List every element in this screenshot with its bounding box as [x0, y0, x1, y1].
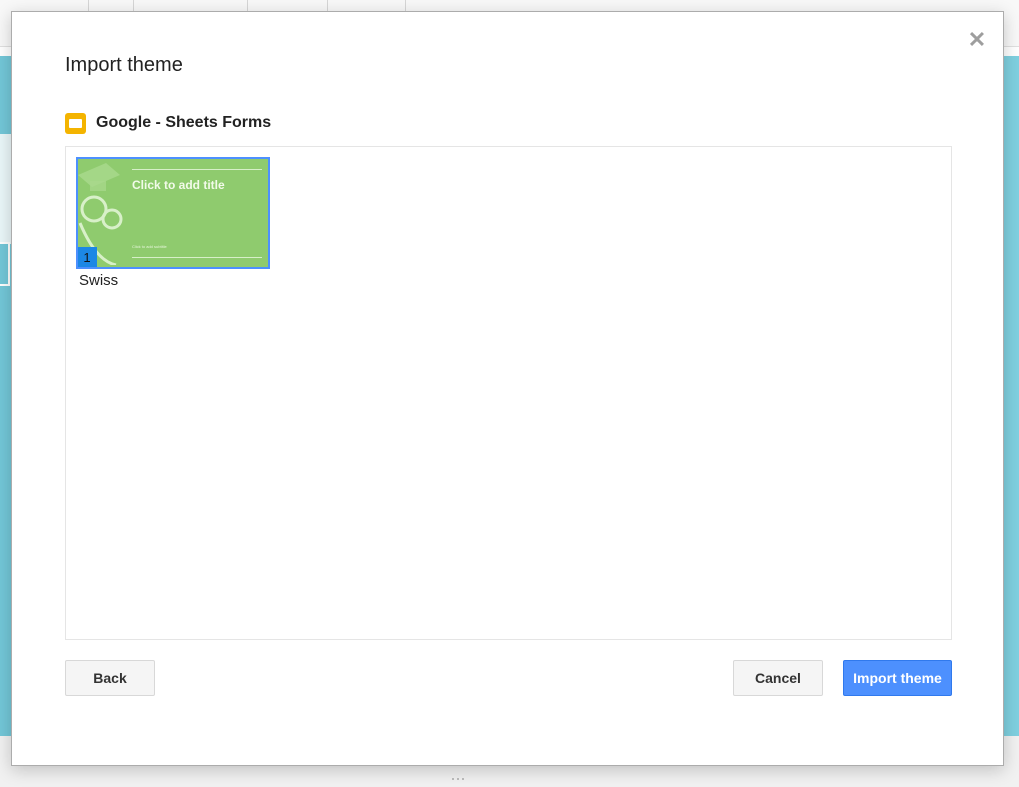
theme-list: Click to add title Click to add subtitle… [65, 146, 952, 640]
thumbnail-rule [132, 169, 262, 170]
source-presentation: Google - Sheets Forms [65, 112, 271, 134]
thumbnail-rule [132, 257, 262, 258]
thumbnail-subtitle: Click to add subtitle [132, 244, 167, 249]
back-button[interactable]: Back [65, 660, 155, 696]
theme-name: Swiss [79, 272, 119, 289]
thumbnail-slide: Click to add title Click to add subtitle [78, 161, 266, 265]
cancel-button[interactable]: Cancel [733, 660, 823, 696]
background-slide-text-fragment [0, 242, 10, 286]
google-slides-icon [65, 112, 86, 134]
theme-item[interactable]: Click to add title Click to add subtitle… [76, 157, 270, 290]
slide-number-badge: 1 [78, 247, 97, 267]
source-presentation-name: Google - Sheets Forms [96, 114, 272, 131]
dialog-title: Import theme [65, 54, 183, 76]
resize-grip-icon[interactable] [452, 778, 466, 782]
thumbnail-title: Click to add title [132, 178, 225, 192]
theme-thumbnail[interactable]: Click to add title Click to add subtitle… [76, 157, 270, 269]
close-icon[interactable]: ✕ [967, 28, 987, 52]
import-theme-button[interactable]: Import theme [843, 660, 952, 696]
import-theme-dialog: ✕ Import theme Google - Sheets Forms Cli… [11, 11, 1004, 766]
